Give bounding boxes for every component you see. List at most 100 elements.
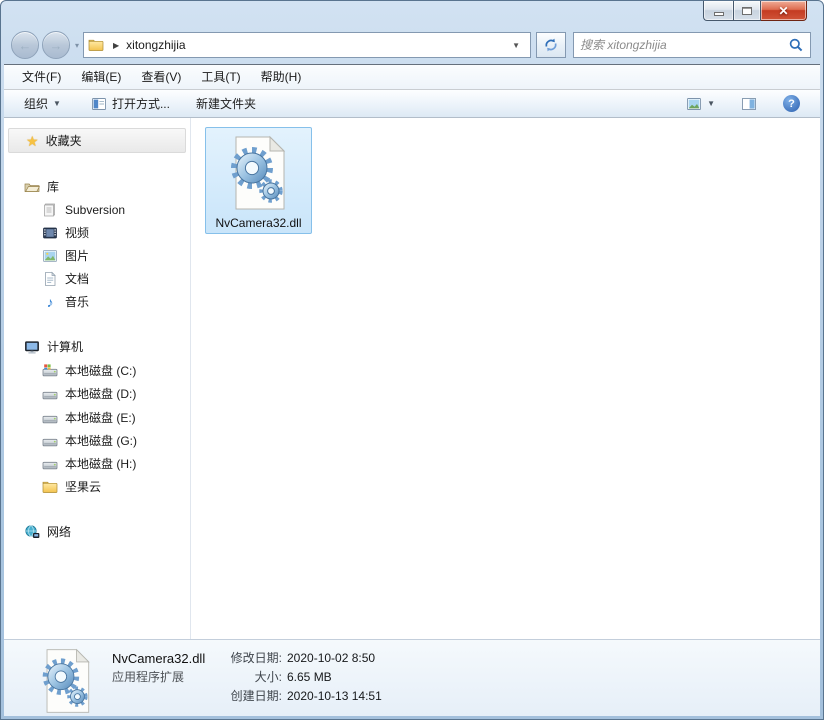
back-arrow-icon: ←: [18, 37, 32, 53]
recent-pages-dropdown[interactable]: ▾: [75, 41, 79, 50]
details-grid: NvCamera32.dll 修改日期: 2020-10-02 8:50 应用程…: [112, 649, 382, 716]
drive-e-label: 本地磁盘 (E:): [65, 411, 136, 425]
modified-date-value: 2020-10-02 8:50: [287, 651, 376, 665]
window-controls: ✕: [703, 1, 807, 21]
preview-pane-button[interactable]: [733, 93, 765, 115]
organize-dropdown-icon: ▼: [53, 99, 61, 108]
open-with-button[interactable]: 打开方式...: [83, 92, 178, 115]
network-icon: [24, 524, 40, 540]
libraries-label: 库: [47, 180, 60, 194]
sidebar-item-computer[interactable]: 计算机: [4, 336, 83, 357]
sidebar-item-favorites[interactable]: ★ 收藏夹: [8, 128, 186, 153]
minimize-icon: [713, 11, 724, 16]
subversion-label: Subversion: [65, 202, 126, 217]
menu-bar: 文件(F) 编辑(E) 查看(V) 工具(T) 帮助(H): [4, 65, 820, 90]
sidebar-item-network[interactable]: 网络: [4, 521, 71, 542]
new-folder-button[interactable]: 新建文件夹: [188, 92, 264, 115]
sidebar-item-drive-g[interactable]: 本地磁盘 (G:): [4, 430, 137, 451]
refresh-icon: [543, 37, 559, 53]
organize-button[interactable]: 组织 ▼: [16, 92, 69, 115]
forward-arrow-icon: →: [49, 37, 63, 53]
address-bar[interactable]: ▶ xitongzhijia ▼: [83, 32, 531, 58]
search-box[interactable]: [573, 32, 811, 58]
menu-file[interactable]: 文件(F): [12, 65, 71, 89]
address-dropdown-icon[interactable]: ▼: [506, 41, 526, 50]
sidebar-item-drive-e[interactable]: 本地磁盘 (E:): [4, 407, 136, 428]
pictures-label: 图片: [65, 249, 90, 263]
sidebar-item-libraries[interactable]: 库: [4, 176, 59, 197]
window-body: 文件(F) 编辑(E) 查看(V) 工具(T) 帮助(H) 组织 ▼ 打开方式.…: [4, 64, 820, 716]
drive-icon: [42, 456, 58, 472]
sidebar-item-subversion[interactable]: Subversion: [4, 199, 125, 220]
sidebar-item-drive-c[interactable]: 本地磁盘 (C:): [4, 360, 136, 381]
music-note-icon: ♪: [46, 293, 54, 310]
breadcrumb[interactable]: xitongzhijia: [126, 38, 185, 52]
toolbar-right-group: ▼ ?: [678, 92, 808, 115]
dll-file-icon: [226, 135, 292, 211]
file-item-nvcamera32[interactable]: NvCamera32.dll: [205, 127, 312, 234]
search-icon: [788, 37, 804, 53]
file-list: NvCamera32.dll: [191, 118, 820, 639]
computer-icon: [24, 339, 40, 355]
navigation-pane: ★ 收藏夹 库 Subversion 视频 图片 文档 ♪ 音乐 计算机 本地磁…: [4, 118, 191, 639]
system-drive-icon: [42, 363, 58, 379]
command-bar: 组织 ▼ 打开方式... 新建文件夹 ▼ ?: [4, 90, 820, 118]
help-icon: ?: [783, 95, 800, 112]
drive-c-label: 本地磁盘 (C:): [65, 364, 137, 378]
sidebar-item-documents[interactable]: 文档: [4, 268, 89, 289]
content-area: ★ 收藏夹 库 Subversion 视频 图片 文档 ♪ 音乐 计算机 本地磁…: [4, 118, 820, 639]
network-label: 网络: [47, 525, 72, 539]
size-label: 大小:: [254, 670, 282, 684]
computer-label: 计算机: [47, 340, 84, 354]
details-file-type: 应用程序扩展: [112, 670, 185, 684]
film-icon: [42, 225, 58, 241]
change-view-button[interactable]: ▼: [678, 93, 723, 115]
sidebar-item-drive-d[interactable]: 本地磁盘 (D:): [4, 383, 136, 404]
drive-icon: [42, 433, 58, 449]
restore-icon: [742, 6, 752, 15]
star-icon: ★: [26, 132, 39, 149]
drive-d-label: 本地磁盘 (D:): [65, 387, 137, 401]
search-input[interactable]: [580, 38, 788, 52]
nutstore-label: 坚果云: [65, 480, 102, 494]
size-value: 6.65 MB: [287, 670, 332, 684]
close-button[interactable]: ✕: [761, 1, 807, 21]
help-button[interactable]: ?: [775, 92, 808, 115]
refresh-button[interactable]: [536, 32, 566, 58]
library-icon: [42, 202, 58, 218]
open-with-label: 打开方式...: [111, 97, 170, 111]
folder-icon: [42, 479, 58, 495]
details-spacer: [112, 687, 209, 706]
documents-label: 文档: [65, 272, 90, 286]
menu-tools[interactable]: 工具(T): [191, 65, 250, 89]
music-label: 音乐: [65, 295, 90, 309]
drive-h-label: 本地磁盘 (H:): [65, 457, 137, 471]
maximize-button[interactable]: [733, 1, 761, 21]
sidebar-item-videos[interactable]: 视频: [4, 222, 89, 243]
menu-help[interactable]: 帮助(H): [251, 65, 312, 89]
details-file-name: NvCamera32.dll: [112, 651, 206, 666]
views-icon: [686, 96, 702, 112]
sidebar-item-drive-h[interactable]: 本地磁盘 (H:): [4, 453, 136, 474]
sidebar-item-nutstore[interactable]: 坚果云: [4, 476, 101, 497]
views-dropdown-icon: ▼: [707, 99, 715, 108]
sidebar-item-music[interactable]: ♪ 音乐: [4, 291, 90, 312]
picture-icon: [42, 248, 58, 264]
organize-label: 组织: [24, 97, 49, 111]
menu-edit[interactable]: 编辑(E): [71, 65, 131, 89]
drive-g-label: 本地磁盘 (G:): [65, 434, 137, 448]
close-icon: ✕: [778, 3, 789, 18]
videos-label: 视频: [65, 226, 90, 240]
folder-icon: [88, 37, 104, 53]
sidebar-item-pictures[interactable]: 图片: [4, 245, 89, 266]
created-date-value: 2020-10-13 14:51: [287, 689, 382, 703]
favorites-label: 收藏夹: [45, 134, 82, 148]
drive-icon: [42, 386, 58, 402]
back-button[interactable]: ←: [11, 31, 39, 59]
forward-button[interactable]: →: [42, 31, 70, 59]
modified-date-label: 修改日期:: [230, 651, 282, 665]
menu-view[interactable]: 查看(V): [131, 65, 191, 89]
libraries-icon: [24, 179, 40, 195]
minimize-button[interactable]: [703, 1, 733, 21]
explorer-window: ✕ ← → ▾ ▶ xitongzhijia ▼ 文件(F) 编辑(E) 查看(…: [0, 0, 824, 720]
